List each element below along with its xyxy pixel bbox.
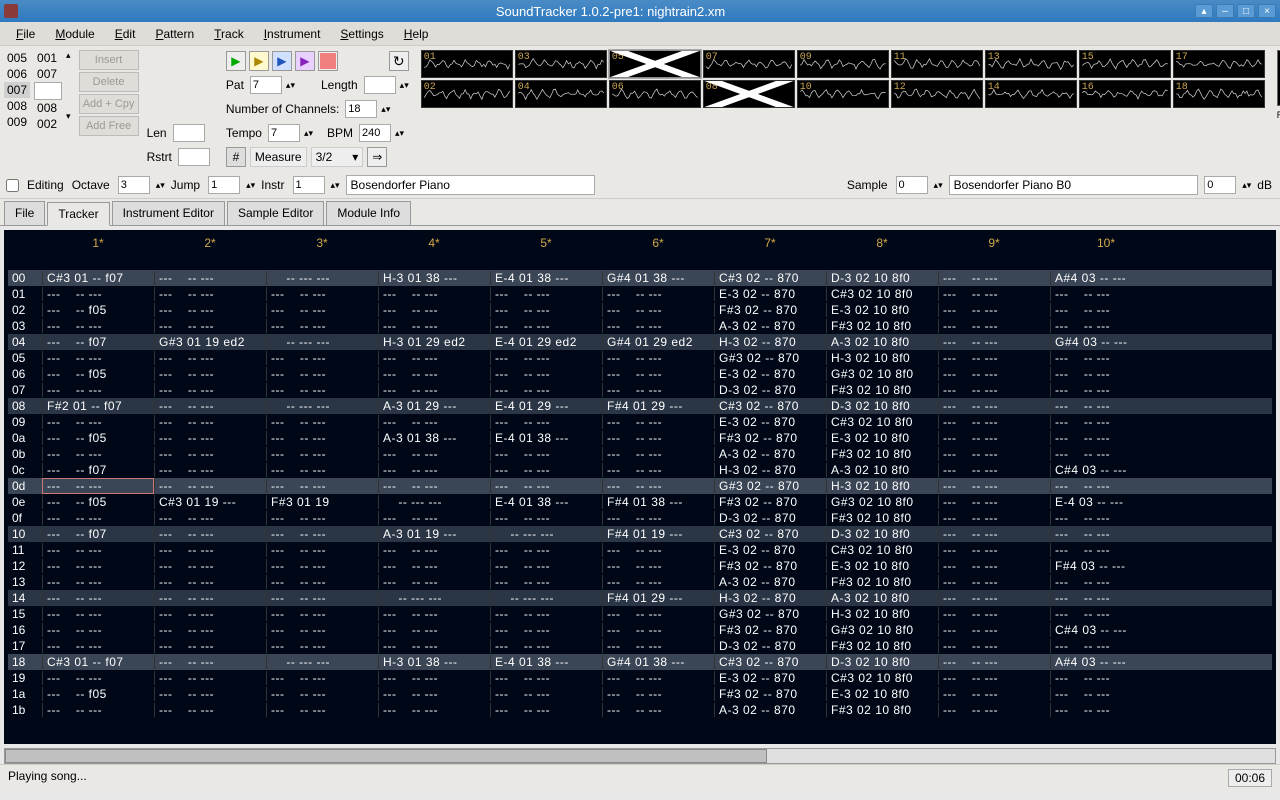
- main-tabs: FileTrackerInstrument EditorSample Edito…: [0, 199, 1280, 226]
- sample-label: Sample: [847, 178, 888, 192]
- menu-settings[interactable]: Settings: [330, 25, 393, 43]
- apply-button[interactable]: ⇒: [367, 147, 387, 167]
- menu-pattern[interactable]: Pattern: [145, 25, 204, 43]
- app-icon: [4, 4, 18, 18]
- octave-input[interactable]: [118, 176, 150, 194]
- channel-scopes: 010305070911131517 020406081012141618: [421, 50, 1265, 168]
- len-input[interactable]: [173, 124, 205, 142]
- channel-scope-02[interactable]: 02: [421, 80, 513, 108]
- tab-instrument-editor[interactable]: Instrument Editor: [112, 201, 225, 225]
- editing-checkbox[interactable]: [6, 179, 19, 192]
- play-button[interactable]: ▶: [226, 51, 246, 71]
- channel-scope-07[interactable]: 07: [703, 50, 795, 78]
- channel-scope-09[interactable]: 09: [797, 50, 889, 78]
- status-text: Playing song...: [8, 769, 87, 787]
- add-copy-button[interactable]: Add + Cpy: [79, 94, 139, 114]
- channel-scope-01[interactable]: 01: [421, 50, 513, 78]
- instr-label: Instr: [261, 178, 284, 192]
- close-button[interactable]: ×: [1258, 4, 1276, 18]
- statusbar: Playing song... 00:06: [0, 764, 1280, 791]
- bpm-label: BPM: [327, 126, 353, 140]
- channel-scope-18[interactable]: 18: [1173, 80, 1265, 108]
- channel-scope-10[interactable]: 10: [797, 80, 889, 108]
- channel-scope-06[interactable]: 06: [609, 80, 701, 108]
- octave-label: Octave: [72, 178, 110, 192]
- horizontal-scrollbar[interactable]: [4, 748, 1276, 764]
- loop-button[interactable]: ↻: [389, 51, 409, 71]
- channel-scope-12[interactable]: 12: [891, 80, 983, 108]
- play-selection-button[interactable]: ▶: [295, 51, 315, 71]
- measure-select[interactable]: 3/2 ▾: [311, 147, 364, 167]
- rstrt-label: Rstrt: [147, 150, 172, 164]
- pat-label: Pat: [226, 78, 244, 92]
- menu-help[interactable]: Help: [394, 25, 439, 43]
- order-col-1[interactable]: 005006 007 008009: [4, 50, 30, 130]
- pat-input[interactable]: [250, 76, 282, 94]
- insert-button[interactable]: Insert: [79, 50, 139, 70]
- channel-scope-08[interactable]: 08: [703, 80, 795, 108]
- length-input[interactable]: [364, 76, 396, 94]
- channels-label: Number of Channels:: [226, 102, 339, 116]
- db-input[interactable]: [1204, 176, 1236, 194]
- menu-file[interactable]: File: [6, 25, 45, 43]
- play-pattern-button[interactable]: ▶: [249, 51, 269, 71]
- rollup-button[interactable]: ▴: [1195, 4, 1213, 18]
- menu-track[interactable]: Track: [204, 25, 254, 43]
- pattern-editor[interactable]: 1*2*3*4*5*6*7*8*9*10*00C#3 01 -- f07--- …: [4, 230, 1276, 744]
- length-label: Length: [321, 78, 358, 92]
- channel-scope-17[interactable]: 17: [1173, 50, 1265, 78]
- add-free-button[interactable]: Add Free: [79, 116, 139, 136]
- menu-edit[interactable]: Edit: [105, 25, 146, 43]
- window-titlebar: SoundTracker 1.0.2-pre1: nightrain2.xm ▴…: [0, 0, 1280, 22]
- channel-scope-15[interactable]: 15: [1079, 50, 1171, 78]
- channel-scope-11[interactable]: 11: [891, 50, 983, 78]
- order-col-2[interactable]: 001007 008002: [34, 50, 62, 132]
- toolbar: 005006 007 008009 001007 008002 ▴ ▾ Inse…: [0, 46, 1280, 172]
- order-edit[interactable]: [34, 82, 62, 100]
- tab-tracker[interactable]: Tracker: [47, 202, 109, 226]
- tab-module-info[interactable]: Module Info: [326, 201, 411, 225]
- sharp-toggle[interactable]: #: [226, 147, 246, 167]
- instr-input[interactable]: [293, 176, 325, 194]
- delete-button[interactable]: Delete: [79, 72, 139, 92]
- channel-scope-04[interactable]: 04: [515, 80, 607, 108]
- db-label: dB: [1257, 178, 1272, 192]
- channel-scope-16[interactable]: 16: [1079, 80, 1171, 108]
- sample-input[interactable]: [896, 176, 928, 194]
- channel-scope-13[interactable]: 13: [985, 50, 1077, 78]
- tempo-input[interactable]: [268, 124, 300, 142]
- play-cursor-button[interactable]: ▶: [272, 51, 292, 71]
- tab-sample-editor[interactable]: Sample Editor: [227, 201, 324, 225]
- window-title: SoundTracker 1.0.2-pre1: nightrain2.xm: [26, 4, 1195, 19]
- play-time: 00:06: [1228, 769, 1272, 787]
- channel-scope-14[interactable]: 14: [985, 80, 1077, 108]
- menu-instrument[interactable]: Instrument: [254, 25, 331, 43]
- spinner-down-icon[interactable]: ▾: [66, 111, 71, 122]
- tempo-label: Tempo: [226, 126, 262, 140]
- jump-label: Jump: [171, 178, 200, 192]
- maximize-button[interactable]: □: [1237, 4, 1255, 18]
- bpm-input[interactable]: [359, 124, 391, 142]
- spinner-up-icon[interactable]: ▴: [66, 50, 71, 61]
- menu-module[interactable]: Module: [45, 25, 104, 43]
- len-label: Len: [147, 126, 167, 140]
- menubar: File Module Edit Pattern Track Instrumen…: [0, 22, 1280, 46]
- stop-button[interactable]: [318, 51, 338, 71]
- channel-scope-05[interactable]: 05: [609, 50, 701, 78]
- tab-file[interactable]: File: [4, 201, 45, 225]
- jump-input[interactable]: [208, 176, 240, 194]
- sample-name-input[interactable]: [949, 175, 1199, 195]
- instrument-name-input[interactable]: [346, 175, 596, 195]
- measure-label: Measure: [250, 147, 307, 167]
- editing-label: Editing: [27, 178, 64, 192]
- channel-scope-03[interactable]: 03: [515, 50, 607, 78]
- minimize-button[interactable]: –: [1216, 4, 1234, 18]
- rstrt-input[interactable]: [178, 148, 210, 166]
- channels-input[interactable]: [345, 100, 377, 118]
